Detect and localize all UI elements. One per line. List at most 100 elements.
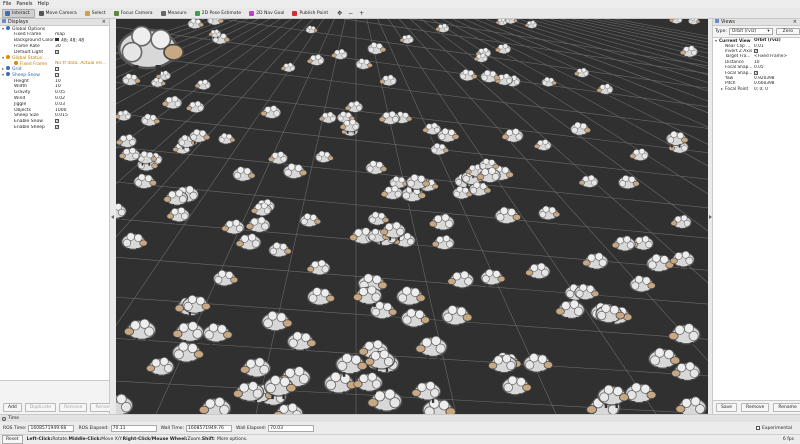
view-row[interactable]: Focal Shap... 0.05 <box>713 65 800 70</box>
view-row[interactable]: Focal Shap... ✓ <box>713 70 800 76</box>
sheep-model <box>187 19 204 31</box>
sheep-model <box>145 356 175 379</box>
close-icon[interactable]: × <box>102 19 106 25</box>
display-value[interactable]: 30 <box>55 44 61 49</box>
experimental-checkbox[interactable] <box>755 426 760 430</box>
scene-canvas[interactable] <box>116 19 708 414</box>
sheep-model <box>235 233 262 253</box>
display-row[interactable]: ▾ Sheep-Snow ✓ <box>0 72 109 78</box>
menu-panels[interactable]: Panels <box>16 1 32 7</box>
wall-elapsed-field[interactable]: 70.03 <box>268 424 315 432</box>
shift-desc: : More options. <box>214 437 248 442</box>
display-value[interactable]: 0.02 <box>55 96 65 101</box>
checkbox[interactable]: ✓ <box>754 70 758 75</box>
display-value[interactable]: 10 <box>55 79 61 84</box>
remove-button[interactable]: Remove <box>59 402 88 412</box>
plus-icon[interactable]: + <box>359 10 364 17</box>
checkbox[interactable]: ✓ <box>55 66 59 71</box>
sheep-model <box>494 206 522 227</box>
display-value[interactable]: 0.015 <box>55 113 68 118</box>
duplicate-button[interactable]: Duplicate <box>24 402 57 412</box>
chevron-down-icon: ▾ <box>767 29 770 34</box>
view-row[interactable]: Distance 10 <box>713 60 800 65</box>
display-row[interactable]: Enable Snow ✓ <box>0 119 109 125</box>
reset-button[interactable]: Reset <box>2 435 23 444</box>
tool-2d-pose-estimate[interactable]: 2D Pose Estimate <box>193 9 246 18</box>
add-button[interactable]: Add <box>3 402 22 412</box>
move-tool-icon[interactable]: ✥ <box>337 10 342 17</box>
display-value[interactable]: 0.03 <box>55 102 65 107</box>
view-row[interactable]: Yaw 0.920398 <box>713 76 800 81</box>
view-value[interactable]: 0.05 <box>754 65 764 70</box>
view-value[interactable]: 0.920398 <box>754 76 775 81</box>
display-row[interactable]: Objects 1000 <box>0 107 109 113</box>
tool-measure[interactable]: Measure <box>159 9 191 18</box>
sheep-model <box>670 214 692 231</box>
views-buttons: Save Remove Rename <box>713 400 800 414</box>
tool-label: Publish Point <box>299 10 329 16</box>
remove-view-button[interactable]: Remove <box>741 402 770 412</box>
view-row[interactable]: Target Fra... <Fixed Frame> <box>713 54 800 59</box>
render-viewport[interactable] <box>116 19 708 414</box>
display-row[interactable]: Background Color 48; 48; 48 <box>0 37 109 44</box>
sheep-icon <box>6 72 10 77</box>
sheep-model <box>221 218 245 237</box>
color-swatch[interactable] <box>55 37 59 42</box>
display-row[interactable]: Width 10 <box>0 84 109 90</box>
checkbox[interactable]: ✓ <box>55 119 59 124</box>
checkbox[interactable]: ✓ <box>754 48 758 53</box>
tool-publish-point[interactable]: Publish Point <box>290 9 332 18</box>
view-value[interactable]: 0.01 <box>754 44 764 49</box>
menu-bar: File Panels Help <box>0 0 800 8</box>
display-row[interactable]: Wind 0.02 <box>0 96 109 102</box>
sheep-model <box>629 274 656 296</box>
view-row[interactable]: ▸ Focal Point 0; 0; 0 <box>713 86 800 92</box>
display-row[interactable]: Height 10 <box>0 78 109 84</box>
wall-time-field[interactable]: 1608571949.76 <box>186 424 233 432</box>
view-row[interactable]: ▾ Current View Orbit (rviz) <box>713 38 800 44</box>
sheep-model <box>435 23 450 35</box>
display-value[interactable]: map <box>55 32 65 37</box>
checkbox[interactable]: ✓ <box>55 49 59 54</box>
ros-elapsed-field[interactable]: 70.11 <box>110 424 157 432</box>
display-row[interactable]: Enable Sheep ✓ <box>0 124 109 131</box>
tool-interact[interactable]: Interact <box>2 8 35 18</box>
sheep-model <box>396 285 426 309</box>
view-row[interactable]: Near Clip ... 0.01 <box>713 43 800 49</box>
display-row[interactable]: Jiggle 0.03 <box>0 101 109 107</box>
display-row[interactable]: Frame Rate 30 <box>0 43 109 49</box>
tool-focus-camera[interactable]: Focus Camera <box>112 9 157 18</box>
save-view-button[interactable]: Save <box>716 402 738 412</box>
tool-move-camera[interactable]: Move Camera <box>37 9 81 18</box>
rename-view-button[interactable]: Rename <box>773 402 800 412</box>
tool-2d-nav-goal[interactable]: 2D Nav Goal <box>247 9 288 18</box>
experimental-toggle[interactable]: Experimental <box>755 426 792 431</box>
display-value[interactable]: 48; 48; 48 <box>61 38 84 43</box>
view-value[interactable]: 10 <box>754 60 759 65</box>
sheep-model <box>260 105 282 121</box>
view-value[interactable]: Orbit (rviz) <box>754 38 781 43</box>
menu-file[interactable]: File <box>3 1 11 7</box>
display-value[interactable]: No tf data. Actual err... <box>55 61 106 66</box>
display-row[interactable]: Gravity 0.05 <box>0 90 109 96</box>
display-value[interactable]: 0.05 <box>55 90 65 95</box>
close-icon[interactable]: × <box>793 19 797 25</box>
ros-time-field[interactable]: 1608571949.68 <box>28 424 75 432</box>
display-row[interactable]: Sheep Size 0.015 <box>0 113 109 119</box>
minus-icon[interactable]: − <box>348 10 353 17</box>
checkbox[interactable]: ✓ <box>55 72 59 77</box>
display-value[interactable]: 1000 <box>55 108 66 113</box>
view-value[interactable]: 0; 0; 0 <box>754 87 768 92</box>
checkbox[interactable]: ✓ <box>55 124 59 129</box>
zero-button[interactable]: Zero <box>775 28 800 35</box>
display-row[interactable]: Fixed Frame map <box>0 32 109 38</box>
view-value[interactable]: <Fixed Frame> <box>754 54 787 59</box>
menu-help[interactable]: Help <box>37 1 48 7</box>
view-value[interactable]: 0.660398 <box>754 81 775 86</box>
display-value[interactable]: 10 <box>55 84 61 89</box>
view-row[interactable]: Invert Z Axis ✓ <box>713 48 800 54</box>
view-type-select[interactable]: Orbit (rviz) ▾ <box>728 28 773 35</box>
sheep-model <box>250 202 272 219</box>
tool-select[interactable]: Select <box>83 9 110 18</box>
display-key: Sheep Size <box>14 113 39 119</box>
